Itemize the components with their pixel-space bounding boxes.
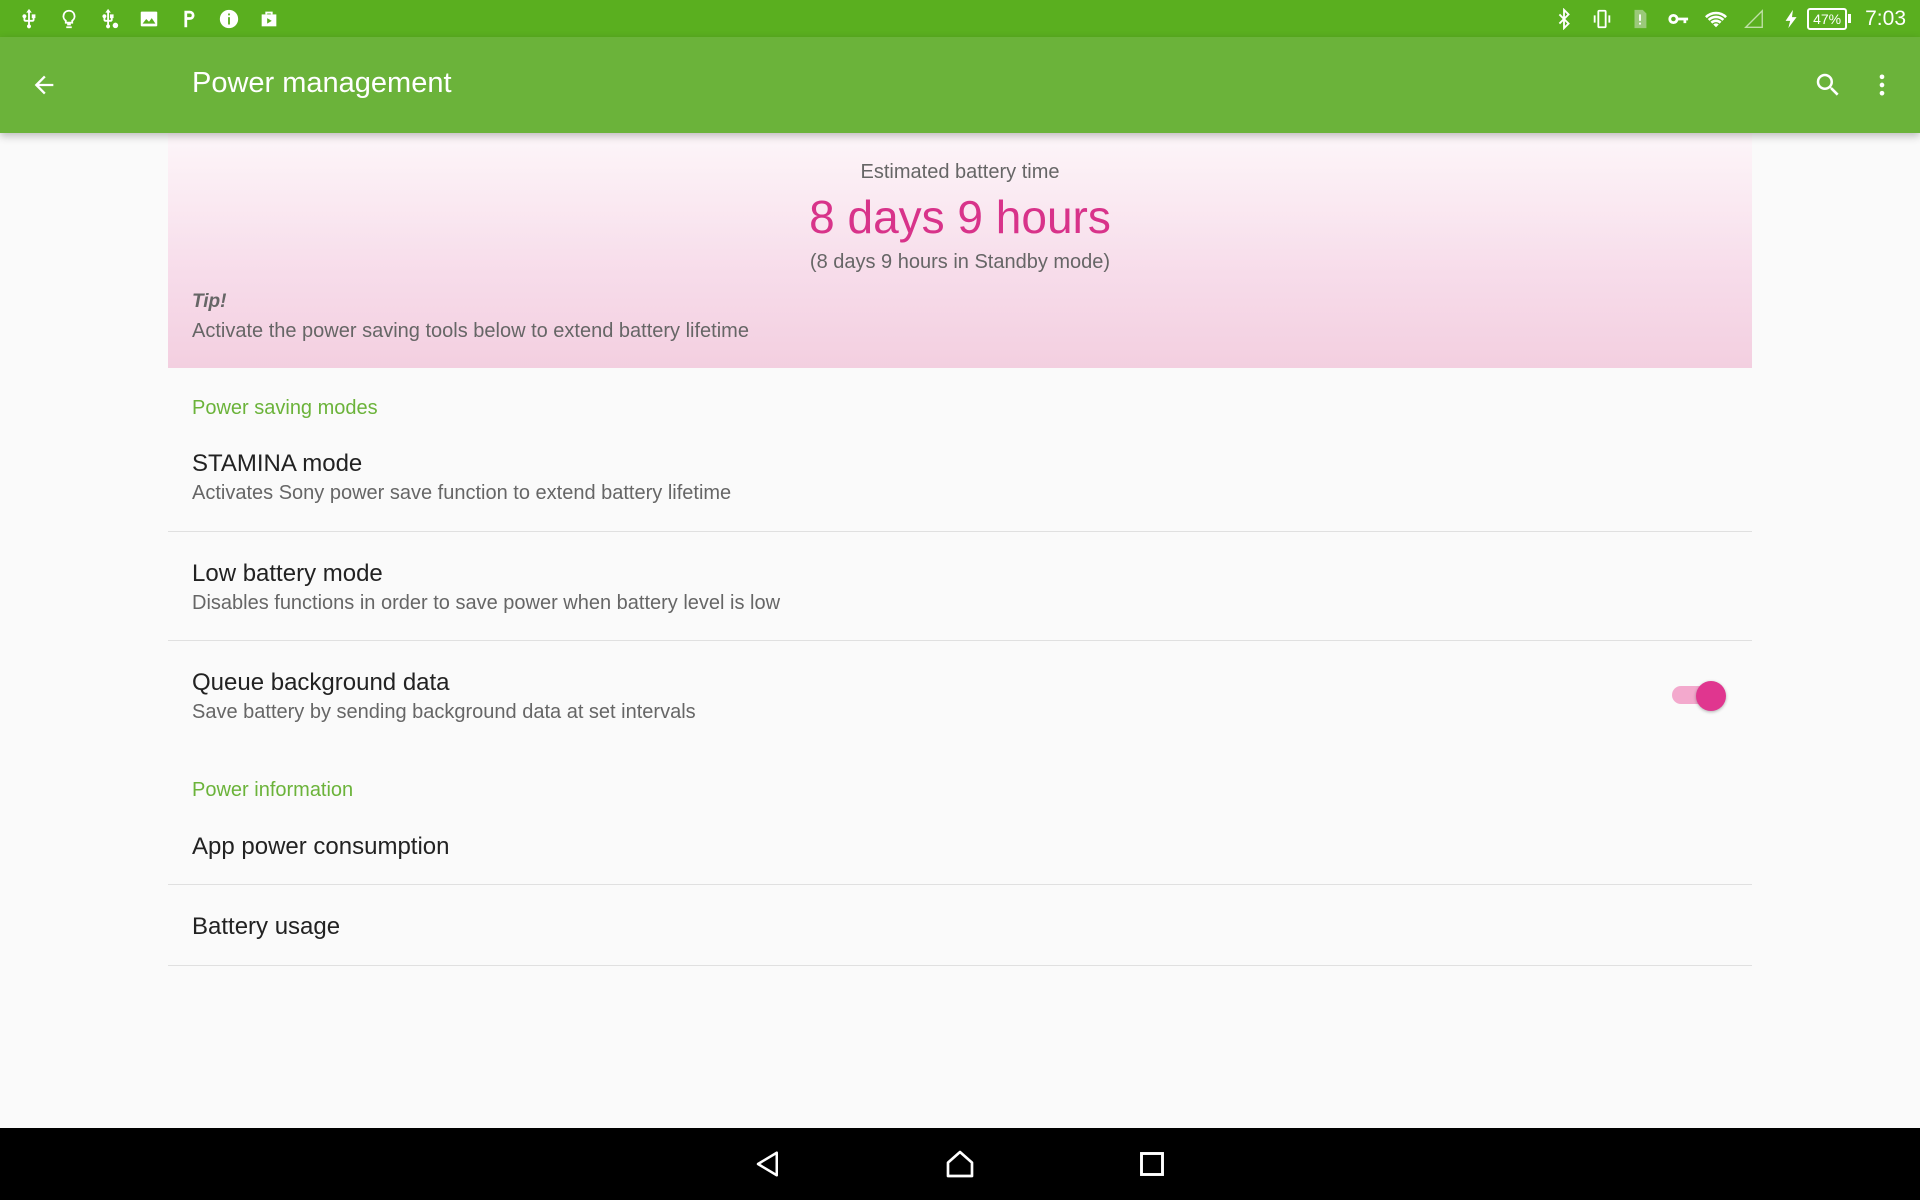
usb-debug-icon: [98, 8, 120, 30]
wifi-icon: [1705, 8, 1728, 30]
lightbulb-icon: [58, 8, 80, 30]
back-button[interactable]: [22, 63, 66, 107]
store-icon: [258, 8, 280, 30]
setting-low-battery-mode[interactable]: Low battery mode Disables functions in o…: [168, 532, 1752, 641]
nav-home-button[interactable]: [936, 1140, 984, 1188]
gallery-icon: [138, 8, 160, 30]
app-bar: Power management: [0, 37, 1920, 133]
notification-icons: [18, 8, 298, 30]
more-options-button[interactable]: [1862, 63, 1902, 107]
tip-text: Activate the power saving tools below to…: [192, 320, 749, 342]
low-battery-subtitle: Disables functions in order to save powe…: [192, 592, 781, 614]
nav-home-icon: [946, 1150, 974, 1178]
bluetooth-icon: [1553, 7, 1575, 30]
setting-battery-usage[interactable]: Battery usage: [168, 885, 1752, 966]
nav-back-icon: [756, 1151, 778, 1177]
estimate-value: 8 days 9 hours: [809, 191, 1111, 243]
toggle-thumb: [1696, 681, 1726, 711]
back-arrow-icon: [34, 75, 54, 95]
nav-recents-button[interactable]: [1128, 1140, 1176, 1188]
status-time: 7:03: [1865, 6, 1906, 30]
estimate-label: Estimated battery time: [860, 161, 1060, 183]
setting-queue-background-data[interactable]: Queue background data Save battery by se…: [168, 641, 1752, 751]
settings-content: Estimated battery time 8 days 9 hours (8…: [168, 133, 1752, 419]
queue-background-toggle[interactable]: [1670, 678, 1726, 712]
estimate-standby: (8 days 9 hours in Standby mode): [809, 251, 1111, 273]
search-icon: [1816, 73, 1839, 96]
page-title: Power management: [192, 67, 452, 99]
setting-stamina-mode-row[interactable]: STAMINA mode Activates Sony power save f…: [168, 422, 1752, 532]
battery-usage-title: Battery usage: [192, 913, 341, 940]
low-battery-title: Low battery mode: [192, 560, 383, 587]
charging-icon: [1781, 8, 1803, 30]
tip-title: Tip!: [192, 291, 227, 312]
section-header-power-saving: Power saving modes: [192, 397, 378, 419]
stamina-subtitle: Activates Sony power save function to ex…: [192, 482, 732, 504]
vibrate-icon: [1591, 8, 1613, 30]
search-button[interactable]: [1806, 63, 1850, 107]
setting-app-power-consumption[interactable]: App power consumption: [168, 806, 1752, 885]
p-app-icon: [178, 8, 200, 30]
usb-icon: [18, 8, 40, 30]
queue-subtitle: Save battery by sending background data …: [192, 701, 696, 723]
vpn-key-icon: [1667, 8, 1689, 30]
queue-title: Queue background data: [192, 669, 450, 696]
app-power-title: App power consumption: [192, 833, 450, 860]
system-icons: 47% 7:03: [1537, 7, 1906, 31]
navigation-bar: [0, 1128, 1920, 1200]
info-icon: [218, 8, 240, 30]
more-vert-icon: [1879, 74, 1885, 96]
no-signal-icon: [1743, 8, 1765, 30]
status-bar: 47% 7:03: [0, 0, 1920, 37]
stamina-title: STAMINA mode: [192, 450, 363, 477]
nav-back-button[interactable]: [744, 1140, 792, 1188]
battery-indicator: 47%: [1807, 7, 1852, 30]
battery-estimate-card: Estimated battery time 8 days 9 hours (8…: [168, 133, 1752, 368]
nav-recents-icon: [1140, 1152, 1164, 1176]
battery-percent: 47%: [1813, 10, 1842, 27]
section-header-power-information: Power information: [192, 779, 354, 801]
sim-icon: [1629, 8, 1651, 30]
